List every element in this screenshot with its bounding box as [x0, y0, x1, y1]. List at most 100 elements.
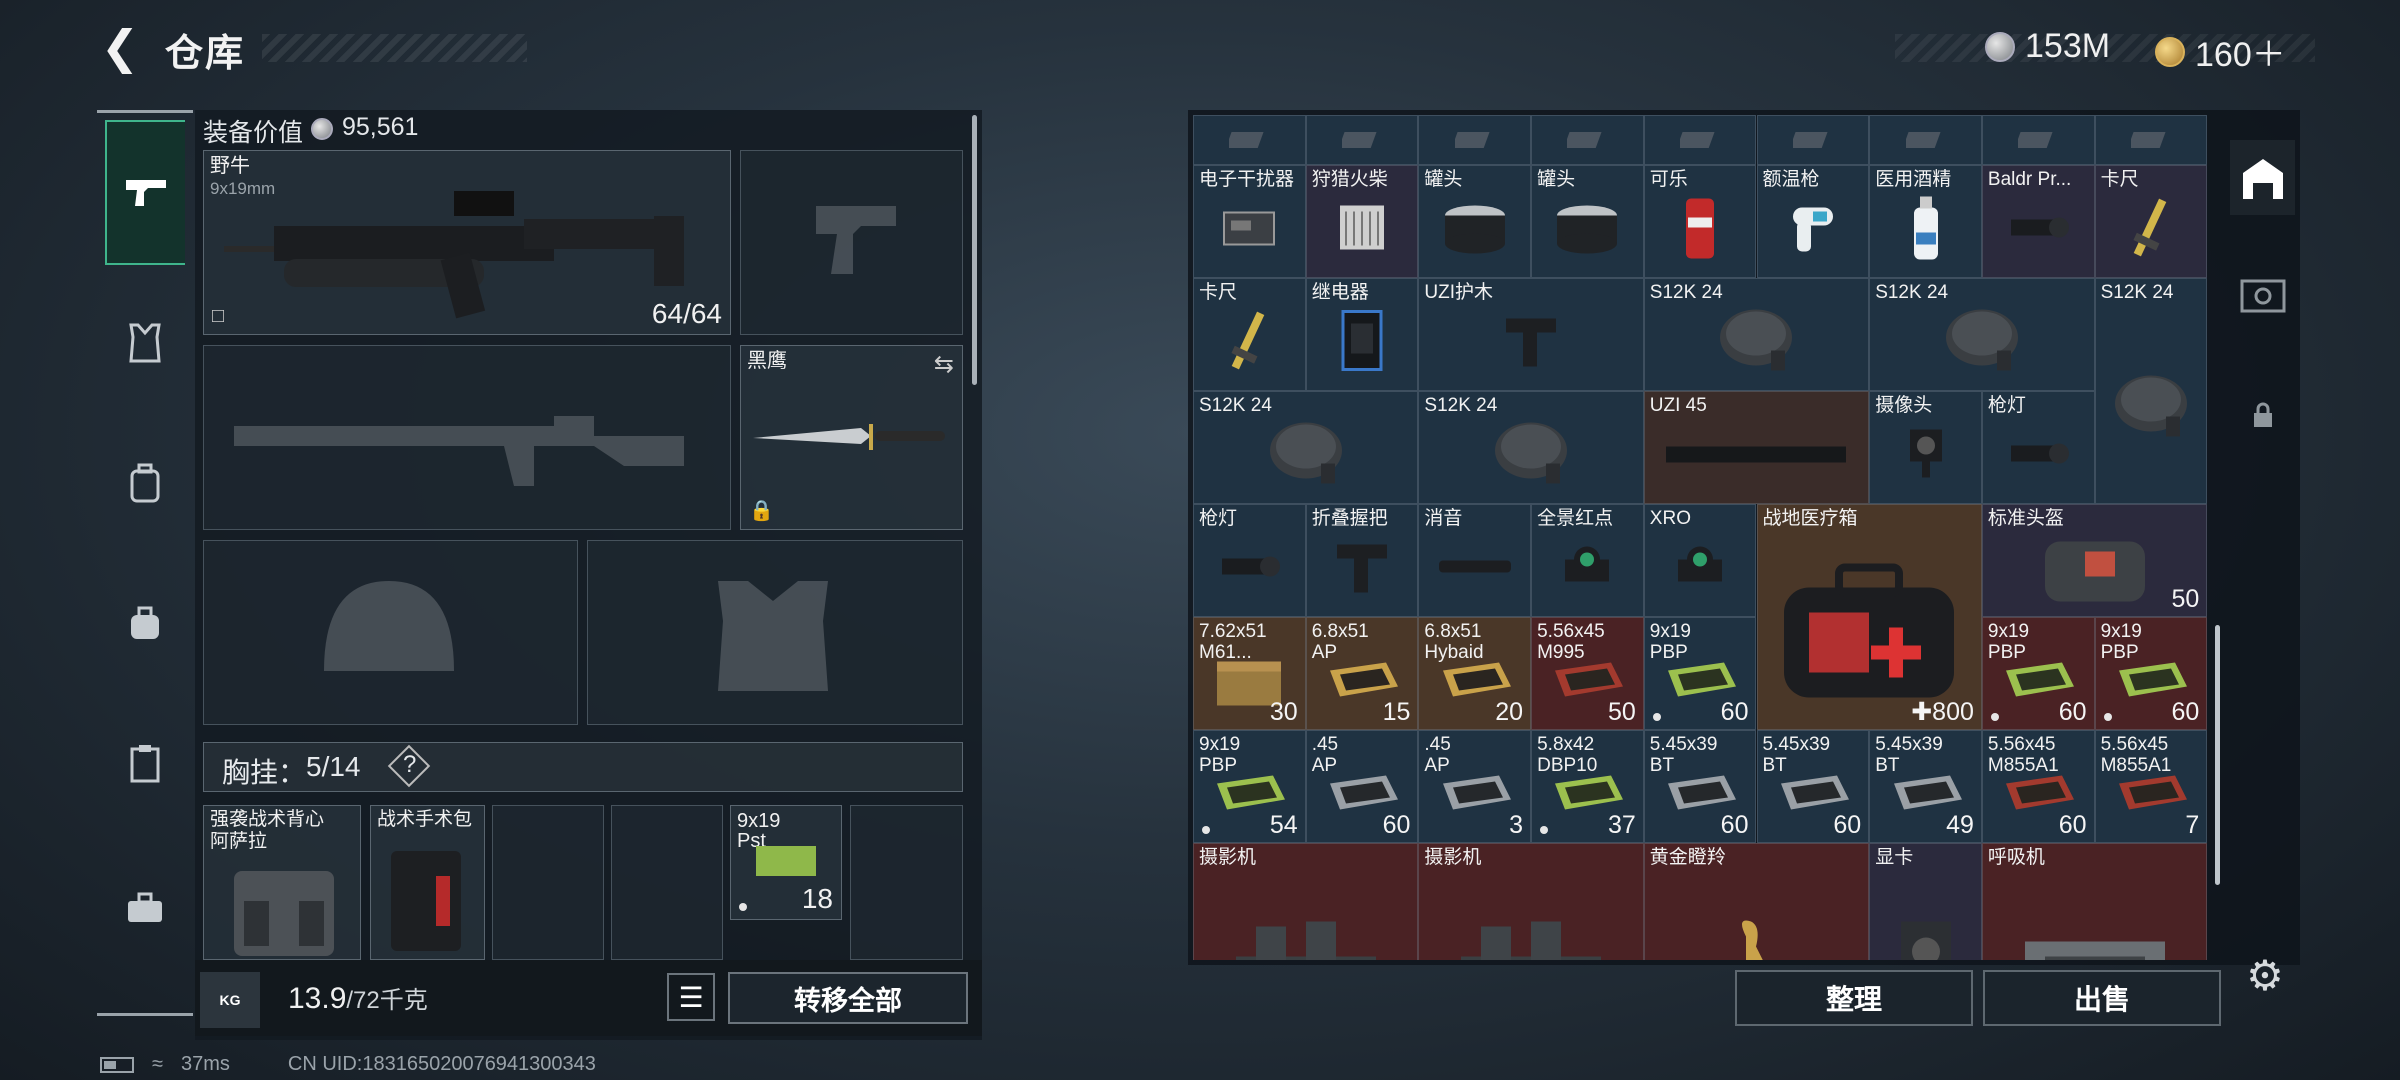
stash-item[interactable]: S12K 24 [1193, 391, 1419, 504]
rifle-slot[interactable] [203, 345, 731, 530]
stash-item[interactable]: 呼吸机 [1981, 843, 2208, 960]
stash-item-partial[interactable] [1643, 115, 1757, 165]
stash-item[interactable]: 黄金瞪羚 [1643, 843, 1870, 960]
stash-item[interactable]: 5.45x39 BT 60 [1756, 730, 1870, 843]
stash-item-partial[interactable] [1531, 115, 1644, 165]
stash-item[interactable]: S12K 24 [1869, 278, 2095, 391]
sell-button[interactable]: 出售 [1983, 970, 2221, 1026]
item-name: 7.62x51 [1199, 621, 1267, 642]
stash-item[interactable]: 摄影机 [1418, 843, 1644, 960]
stash-item-partial[interactable] [1756, 115, 1870, 165]
stash-item[interactable]: 5.56x45 M855A1 60 [1981, 730, 2095, 843]
stash-item[interactable]: 6.8x51 AP 15 [1305, 617, 1419, 730]
gold-currency[interactable]: 160＋ [2155, 27, 2286, 76]
stash-item[interactable]: 摄像头 [1869, 391, 1982, 504]
body-armor-slot[interactable] [587, 540, 963, 725]
stash-item[interactable]: 5.56x45 M995 50 [1531, 617, 1644, 730]
loadout-scrollbar[interactable] [972, 115, 977, 385]
stash-item[interactable]: 全景红点 [1531, 504, 1644, 617]
rig-item[interactable]: 9x19 Pst 18 [730, 805, 842, 920]
status-bar: ≈ 37ms CN UID:1831650200769413003​43 [100, 1053, 596, 1076]
stash-item[interactable]: 狩猎火柴 [1305, 165, 1419, 278]
rig-item[interactable]: 战术手术包 [370, 805, 485, 960]
stash-item[interactable]: 5.8x42 DBP10 37 [1531, 730, 1644, 843]
stash-item[interactable]: 卡尺 [1193, 278, 1306, 391]
stash-item-partial[interactable] [2094, 115, 2208, 165]
sort-button[interactable]: 整理 [1735, 970, 1973, 1026]
stash-item[interactable]: 卡尺 [2094, 165, 2208, 278]
tab-backpack[interactable] [107, 445, 183, 521]
list-view-button[interactable]: ☰ [667, 973, 715, 1021]
stash-item[interactable]: 医用酒精 [1869, 165, 1982, 278]
stash-item-partial[interactable] [1193, 115, 1306, 165]
tab-clipboard[interactable] [107, 725, 183, 801]
ammo-box-image [756, 846, 816, 876]
stash-item[interactable]: S12K 24 [1643, 278, 1870, 391]
stash-item[interactable]: 6.8x51 Hybaid 20 [1418, 617, 1532, 730]
lock-icon [2253, 402, 2272, 427]
primary-weapon-slot[interactable]: 野牛 9x19mm □ 64/64 [203, 150, 731, 335]
rig-item[interactable]: 强袭战术背心 阿萨拉 [203, 805, 361, 960]
stash-item[interactable]: 9x19 PBP 60 [1981, 617, 2095, 730]
stash-item[interactable]: 电子干扰器 [1193, 165, 1306, 278]
stash-item[interactable]: 罐头 [1531, 165, 1644, 278]
stash-item[interactable]: 枪灯 [1193, 504, 1306, 617]
gear-icon[interactable]: ⚙ [2240, 950, 2290, 1000]
stash-item[interactable]: 7.62x51 M61... 30 [1193, 617, 1306, 730]
tab-armor[interactable] [107, 305, 183, 381]
stash-item[interactable]: 枪灯 [1981, 391, 2095, 504]
stash-item-partial[interactable] [1305, 115, 1419, 165]
stash-item[interactable]: 折叠握把 [1305, 504, 1419, 617]
stash-item[interactable]: 摄影机 [1193, 843, 1419, 960]
stash-item[interactable]: 消音 [1418, 504, 1532, 617]
tab-locked[interactable] [2230, 380, 2295, 450]
helmet-slot[interactable] [203, 540, 578, 725]
stash-item[interactable]: 9x19 PBP 54 [1193, 730, 1306, 843]
stash-item[interactable]: S12K 24 [2094, 278, 2208, 504]
item-name: 枪灯 [1199, 508, 1238, 529]
stash-item[interactable]: 额温枪 [1756, 165, 1870, 278]
back-arrow-icon[interactable]: ❮ [95, 21, 145, 73]
stash-item[interactable]: 罐头 [1418, 165, 1532, 278]
stash-item-partial[interactable] [1981, 115, 2095, 165]
stash-item[interactable]: 5.56x45 M855A1 7 [2094, 730, 2208, 843]
stash-item-partial[interactable] [1869, 115, 1982, 165]
stash-item[interactable]: .45 AP 3 [1418, 730, 1532, 843]
stash-item[interactable]: UZI 45 [1643, 391, 1870, 504]
tab-safe-box[interactable] [2230, 260, 2295, 330]
stash-item-partial[interactable] [1418, 115, 1532, 165]
rig-empty-slot[interactable] [611, 805, 723, 960]
rig-empty-slot[interactable] [850, 805, 963, 960]
secondary-weapon-slot[interactable] [740, 150, 963, 335]
stash-item[interactable]: UZI护木 [1418, 278, 1644, 391]
item-name: 消音 [1424, 508, 1463, 529]
device-icon [1219, 203, 1279, 258]
stash-item[interactable]: 9x19 PBP 60 [1643, 617, 1757, 730]
stash-item[interactable]: 可乐 [1643, 165, 1757, 278]
transfer-all-button[interactable]: 转移全部 [728, 972, 968, 1024]
item-name: 医用酒精 [1875, 169, 1952, 190]
stash-item[interactable]: 显卡 [1869, 843, 1982, 960]
stash-item[interactable]: Baldr Pr... [1981, 165, 2095, 278]
swap-icon[interactable]: ⇆ [934, 350, 954, 379]
stash-item[interactable]: 战地医疗箱 ✚800 [1756, 504, 1982, 730]
melee-slot[interactable]: 黑鹰 ⇆ 🔒 [740, 345, 963, 530]
rig-empty-slot[interactable] [492, 805, 604, 960]
stash-item[interactable]: 9x19 PBP 60 [2094, 617, 2208, 730]
stash-item[interactable]: 标准头盔 50 [1981, 504, 2208, 617]
clipboard-icon [130, 745, 160, 783]
stash-item[interactable]: S12K 24 [1418, 391, 1644, 504]
item-name: 额温枪 [1762, 169, 1820, 190]
tab-toolbox[interactable] [107, 870, 183, 946]
stash-item[interactable]: 继电器 [1305, 278, 1419, 391]
tab-weapons[interactable] [105, 120, 185, 265]
stash-scrollbar[interactable] [2215, 625, 2220, 885]
tab-bag[interactable] [107, 585, 183, 661]
stash-item[interactable]: .45 AP 60 [1305, 730, 1419, 843]
stash-item[interactable]: XRO [1643, 504, 1757, 617]
stash-item[interactable]: 5.45x39 BT 49 [1869, 730, 1982, 843]
stash-item[interactable]: 5.45x39 BT 60 [1643, 730, 1757, 843]
tab-stash[interactable] [2230, 140, 2295, 215]
item-count: 60 [1720, 698, 1749, 726]
gold-currency-value: 160＋ [2195, 36, 2286, 74]
